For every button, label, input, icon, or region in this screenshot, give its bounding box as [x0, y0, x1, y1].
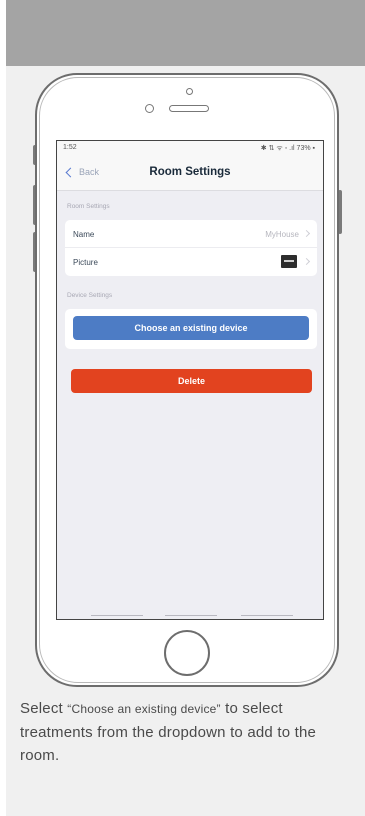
tab-indicator [91, 615, 143, 616]
caption-quoted: “Choose an existing device” [67, 702, 221, 716]
picture-row[interactable]: Picture [65, 248, 317, 276]
status-icons: ✱ ⇅ ᯤ ◦ .ıl 73% ▪ [260, 145, 315, 152]
sensor-icon [145, 104, 154, 113]
status-time: 1:52 [63, 144, 77, 151]
chevron-right-icon [302, 257, 311, 266]
picture-thumbnail [281, 255, 297, 268]
instruction-caption: Select “Choose an existing device” to se… [20, 697, 340, 767]
speaker-grille [169, 105, 209, 112]
name-row[interactable]: Name MyHouse [65, 220, 317, 248]
navigation-bar: Back Room Settings [57, 155, 323, 191]
name-label: Name [73, 230, 95, 239]
chevron-right-icon [302, 229, 311, 238]
home-button [164, 630, 210, 676]
caption-prefix: Select [20, 700, 68, 717]
delete-button[interactable]: Delete [71, 369, 312, 393]
room-settings-section-label: Room Settings [67, 203, 110, 210]
picture-label: Picture [73, 258, 98, 267]
device-settings-section-label: Device Settings [67, 292, 113, 299]
room-settings-group: Name MyHouse Picture [65, 220, 317, 276]
tab-indicator [165, 615, 217, 616]
name-value: MyHouse [265, 230, 299, 239]
tab-indicator [241, 615, 293, 616]
status-bar: 1:52 ✱ ⇅ ᯤ ◦ .ıl 73% ▪ [57, 141, 323, 155]
header-band [6, 0, 365, 66]
camera-icon [186, 88, 193, 95]
phone-screen: 1:52 ✱ ⇅ ᯤ ◦ .ıl 73% ▪ Back Room Setting… [56, 140, 324, 620]
page-title: Room Settings [149, 166, 231, 178]
device-settings-group: Choose an existing device [65, 309, 317, 349]
choose-existing-device-button[interactable]: Choose an existing device [73, 316, 309, 340]
